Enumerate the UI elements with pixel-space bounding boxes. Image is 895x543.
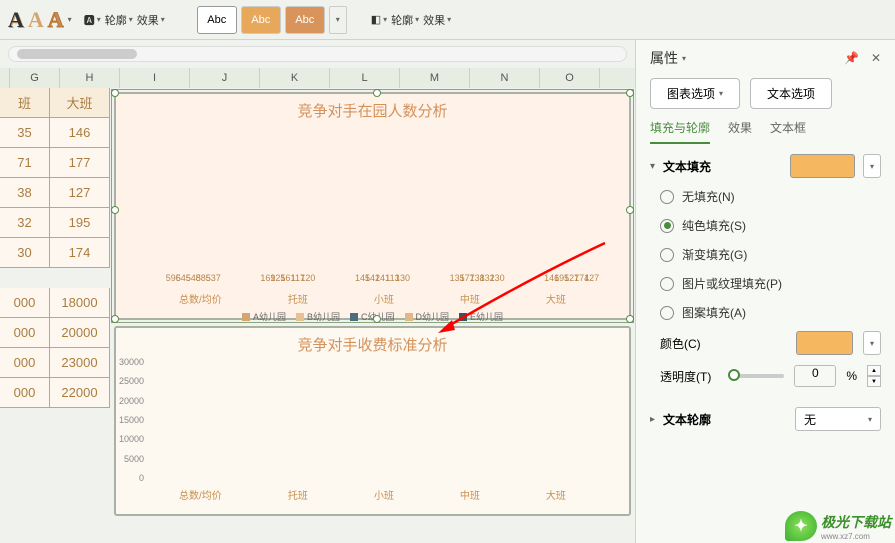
worksheet-area: G H I J K L M N O 班大班 35146 71177 38127 … [0, 40, 635, 543]
table-cell[interactable]: 146 [50, 118, 110, 148]
transparency-slider[interactable] [730, 374, 784, 378]
wordart-style-2[interactable]: A [28, 7, 44, 33]
chart-pricing[interactable]: 竞争对手收费标准分析 05000100001500020000250003000… [114, 326, 631, 516]
watermark: ✦ 极光下载站www.xz7.com [785, 511, 891, 541]
text-effects-button[interactable]: 效果 ▾ [137, 12, 165, 28]
col-hdr-k[interactable]: K [260, 68, 330, 88]
color-picker[interactable] [796, 331, 854, 355]
col-hdr-o[interactable]: O [540, 68, 600, 88]
close-icon[interactable]: ✕ [871, 51, 881, 65]
tab-text-options[interactable]: 文本选项 [750, 78, 832, 109]
properties-panel: 属性 ▾ 📌 ✕ 图表选项 ▾ 文本选项 填充与轮廓 效果 文本框 ▾ 文本填充… [635, 40, 895, 543]
shape-style-2[interactable]: Abc [241, 6, 281, 34]
table-cell[interactable]: 177 [50, 148, 110, 178]
table-cell[interactable]: 000 [0, 348, 50, 378]
table-cell[interactable]: 30 [0, 238, 50, 268]
radio-no-fill[interactable]: 无填充(N) [660, 188, 881, 205]
x-category-label: 中班 [460, 487, 480, 502]
x-category-label: 总数/均价 [179, 291, 222, 306]
pin-icon[interactable]: 📌 [844, 51, 859, 65]
table-cell[interactable]: 23000 [50, 348, 110, 378]
table-cell[interactable]: 22000 [50, 378, 110, 408]
legend-item[interactable]: B幼儿园 [296, 310, 340, 323]
table-cell[interactable]: 18000 [50, 288, 110, 318]
col-hdr-j[interactable]: J [190, 68, 260, 88]
cell-hdr-1[interactable]: 班 [0, 88, 50, 118]
wordart-more[interactable]: ▾ [68, 15, 72, 24]
subtab-effects[interactable]: 效果 [728, 119, 752, 144]
table-cell[interactable]: 195 [50, 208, 110, 238]
shape-outline-button[interactable]: 轮廓 ▾ [391, 12, 419, 28]
tab-chart-options[interactable]: 图表选项 ▾ [650, 78, 740, 109]
percent-label: % [846, 369, 857, 383]
x-category-label: 托班 [288, 291, 308, 306]
radio-gradient-fill[interactable]: 渐变填充(G) [660, 246, 881, 263]
x-category-label: 总数/均价 [179, 487, 222, 502]
x-category-label: 小班 [374, 291, 394, 306]
section-text-fill: 文本填充 [663, 158, 711, 175]
subtab-fill-outline[interactable]: 填充与轮廓 [650, 119, 710, 144]
col-hdr-i[interactable]: I [120, 68, 190, 88]
table-cell[interactable]: 71 [0, 148, 50, 178]
collapse-icon[interactable]: ▸ [650, 414, 655, 425]
panel-title: 属性 ▾ [650, 48, 686, 68]
label-transparency: 透明度(T) [660, 368, 720, 385]
table-cell[interactable]: 127 [50, 178, 110, 208]
spin-up[interactable]: ▲ [867, 365, 881, 376]
text-fill-button[interactable]: 🅰 ▾ [84, 12, 101, 28]
spin-down[interactable]: ▼ [867, 376, 881, 387]
subtab-textbox[interactable]: 文本框 [770, 119, 806, 144]
color-dropdown[interactable]: ▾ [863, 331, 881, 355]
text-outline-button[interactable]: 轮廓 ▾ [105, 12, 133, 28]
shape-style-3[interactable]: Abc [285, 6, 325, 34]
section-text-outline: 文本轮廓 [663, 411, 711, 428]
radio-picture-fill[interactable]: 图片或纹理填充(P) [660, 275, 881, 292]
col-hdr-g[interactable]: G [10, 68, 60, 88]
shape-effects-button[interactable]: 效果 ▾ [423, 12, 451, 28]
col-hdr-h[interactable]: H [60, 68, 120, 88]
transparency-input[interactable]: 0 [794, 365, 836, 387]
col-hdr-l[interactable]: L [330, 68, 400, 88]
col-hdr-n[interactable]: N [470, 68, 540, 88]
shape-style-more[interactable]: ▾ [329, 6, 347, 34]
cell-hdr-2[interactable]: 大班 [50, 88, 110, 118]
collapse-icon[interactable]: ▾ [650, 161, 655, 172]
legend-item[interactable]: C幼儿园 [350, 310, 395, 323]
table-cell[interactable]: 174 [50, 238, 110, 268]
outline-dropdown[interactable]: 无▾ [795, 407, 881, 431]
legend-item[interactable]: A幼儿园 [242, 310, 286, 323]
wordart-style-3[interactable]: A [48, 7, 64, 33]
table-cell[interactable]: 000 [0, 288, 50, 318]
table-cell[interactable]: 38 [0, 178, 50, 208]
shape-fill-button[interactable]: ◧ ▾ [371, 13, 387, 26]
fill-preview-dropdown[interactable]: ▾ [863, 154, 881, 178]
table-cell[interactable]: 32 [0, 208, 50, 238]
data-cells: 班大班 35146 71177 38127 32195 30174 000180… [0, 88, 110, 543]
radio-pattern-fill[interactable]: 图案填充(A) [660, 304, 881, 321]
table-cell[interactable]: 20000 [50, 318, 110, 348]
col-hdr-m[interactable]: M [400, 68, 470, 88]
x-category-label: 托班 [288, 487, 308, 502]
column-headers: G H I J K L M N O [0, 68, 635, 88]
wordart-style-1[interactable]: A [8, 7, 24, 33]
table-cell[interactable]: 35 [0, 118, 50, 148]
ribbon: A A A ▾ 🅰 ▾ 轮廓 ▾ 效果 ▾ Abc Abc Abc ▾ ◧ ▾ … [0, 0, 895, 40]
chart-title[interactable]: 竞争对手在园人数分析 [116, 94, 629, 123]
watermark-logo: ✦ [785, 511, 817, 541]
radio-solid-fill[interactable]: 纯色填充(S) [660, 217, 881, 234]
x-category-label: 大班 [546, 487, 566, 502]
label-color: 颜色(C) [660, 335, 720, 352]
annotation-arrow [430, 238, 610, 338]
table-cell[interactable]: 000 [0, 318, 50, 348]
shape-style-1[interactable]: Abc [197, 6, 237, 34]
formula-bar[interactable] [8, 46, 627, 62]
x-category-label: 小班 [374, 487, 394, 502]
fill-preview-swatch[interactable] [790, 154, 855, 178]
table-cell[interactable]: 000 [0, 378, 50, 408]
